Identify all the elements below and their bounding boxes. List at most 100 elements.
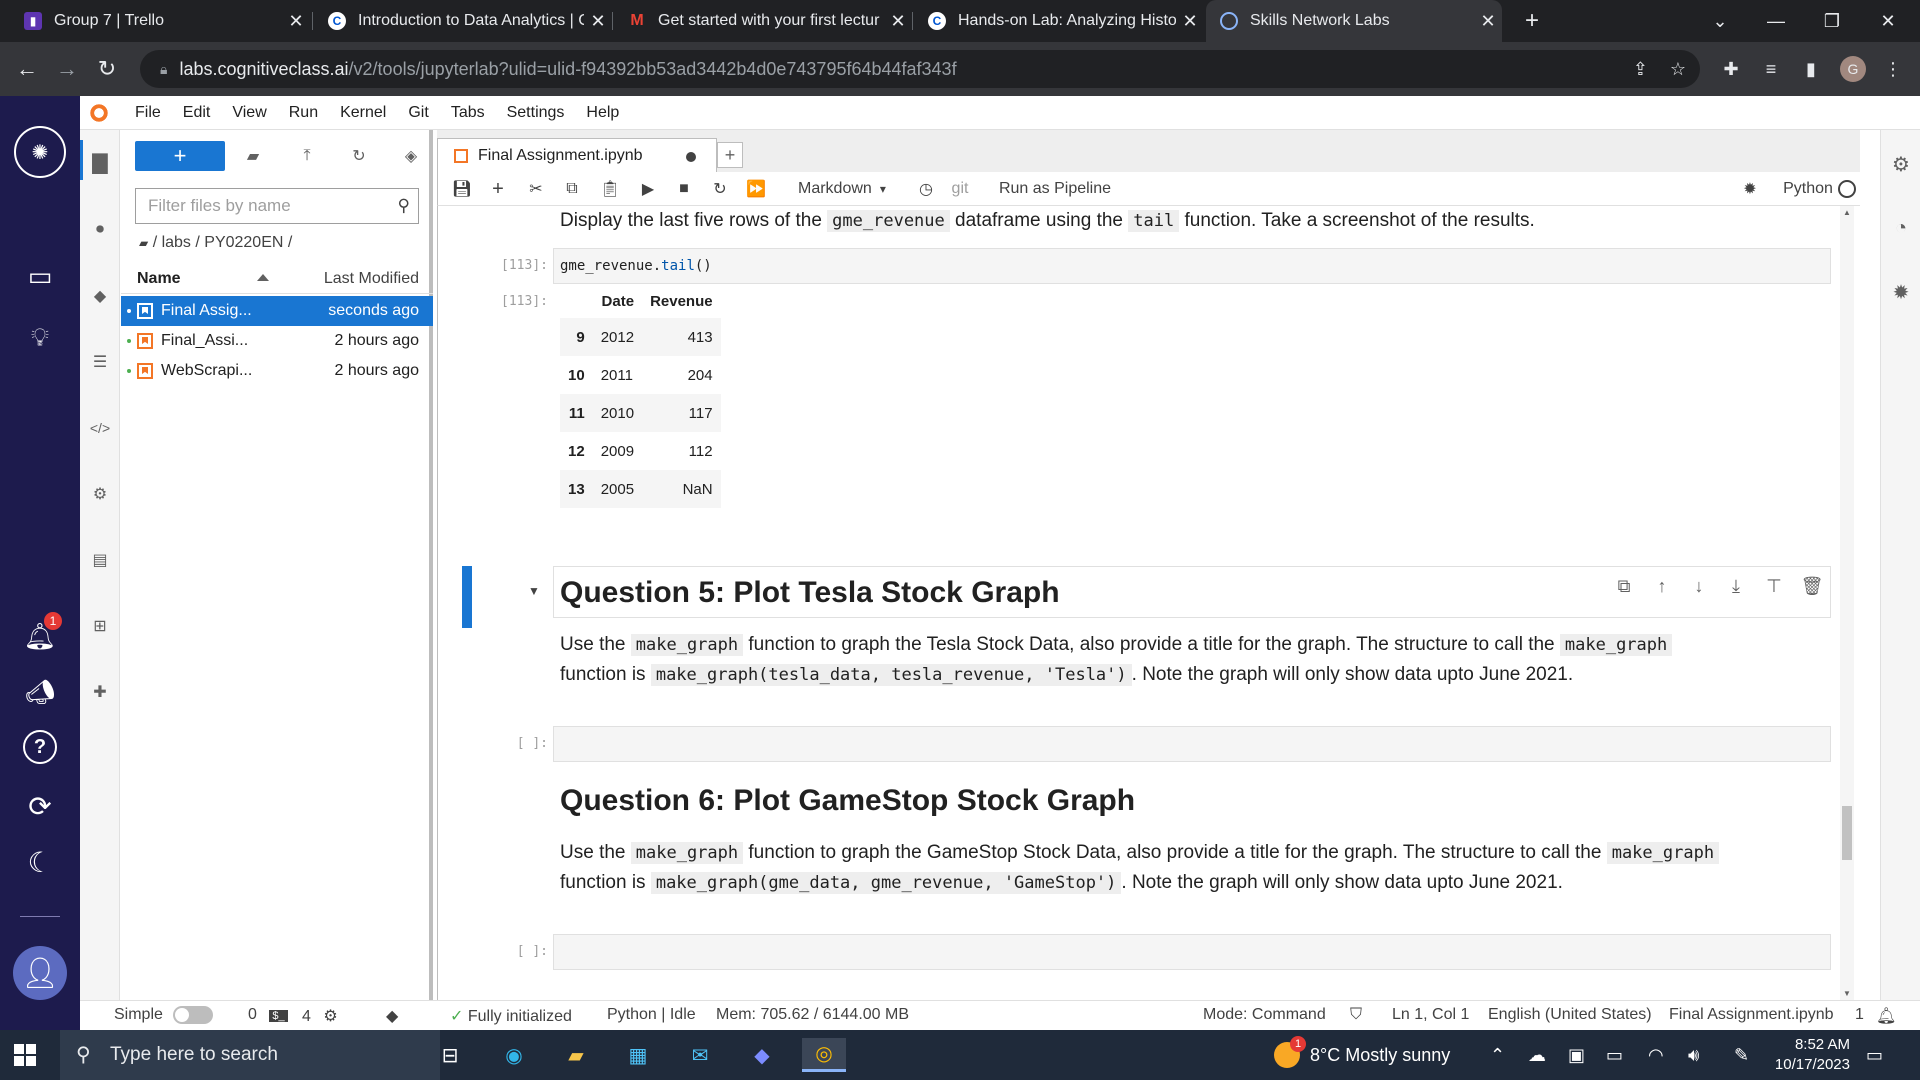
language[interactable]: English (United States) [1488,1006,1652,1024]
notifications-icon[interactable]: ▭ [1866,1030,1883,1080]
mail-icon[interactable]: ✉ [678,1038,722,1072]
bookmark-star-icon[interactable]: ☆ [1670,59,1686,80]
menu-run[interactable]: Run [278,104,329,122]
minimize-button[interactable]: — [1748,0,1804,42]
new-tab-button[interactable]: + [1504,0,1560,42]
duplicate-cell-icon[interactable]: ⧉ [1610,572,1638,600]
close-icon[interactable]: ✕ [282,11,310,32]
kernel-status[interactable]: Python | Idle [607,1006,696,1024]
column-header-last-modified[interactable]: Last Modified [324,270,419,288]
simple-mode-toggle[interactable]: Simple [114,1006,214,1024]
running-stop-icon[interactable]: ⏺ [88,218,112,242]
show-hidden-icons-chevron-icon[interactable]: ⌃ [1490,1030,1505,1080]
close-icon[interactable]: ✕ [1474,11,1502,32]
taskbar-search-input[interactable]: ⚲ Type here to search [60,1030,440,1080]
file-explorer-icon[interactable]: ▰ [554,1038,598,1072]
bing-icon[interactable]: ◆ [740,1038,784,1072]
git-icon[interactable]: ◆ [88,284,112,308]
git-clone-icon[interactable]: ◈ [399,144,423,168]
media-control-icon[interactable]: ≡ [1758,56,1784,82]
avatar[interactable]: G [1840,56,1866,82]
question-5-description[interactable]: Use the make_graph function to graph the… [560,630,1820,690]
breadcrumb[interactable]: ▰ / labs / PY0220EN / [139,234,292,252]
save-icon[interactable]: 💾︎ [450,177,474,201]
menu-kernel[interactable]: Kernel [329,104,397,122]
meet-now-icon[interactable]: ▣ [1568,1030,1585,1080]
menu-view[interactable]: View [221,104,277,122]
insert-cell-icon[interactable]: + [486,177,510,201]
collapse-chevron-icon[interactable]: ▼ [528,584,540,598]
avatar[interactable]: 👤︎ [13,946,67,1000]
forward-icon[interactable]: → [52,54,82,84]
code-cell[interactable]: gme_revenue.tail() [553,248,1831,284]
filter-files-input[interactable]: Filter files by name ⚲ [135,188,419,224]
run-icon[interactable]: ▶ [636,177,660,201]
restart-run-all-icon[interactable]: ⏩ [744,177,768,201]
copy-icon[interactable]: ⧉ [560,177,584,201]
run-as-pipeline-button[interactable]: Run as Pipeline [990,177,1120,201]
windows-start-icon[interactable] [14,1044,36,1066]
file-row[interactable]: Final Assig... seconds ago [121,296,433,326]
refresh-icon[interactable]: ↻ [347,144,371,168]
close-window-button[interactable]: ✕ [1860,0,1916,42]
column-header-name[interactable]: Name [137,270,181,288]
battery-icon[interactable]: ▭ [1606,1030,1623,1080]
volume-icon[interactable]: 🔊︎ [1688,1030,1699,1080]
microsoft-store-icon[interactable]: ▦ [616,1038,660,1072]
git-status-icon[interactable]: ◆ [386,1006,398,1026]
close-icon[interactable]: ✕ [884,11,912,32]
file-row[interactable]: WebScrapi... 2 hours ago [121,356,433,386]
wifi-icon[interactable]: ◠ [1648,1030,1664,1080]
browser-tab-hands-on-lab[interactable]: C Hands-on Lab: Analyzing Histori ✕ [914,0,1204,42]
move-down-icon[interactable]: ↓ [1685,572,1713,600]
cut-icon[interactable]: ✂ [524,177,548,201]
cell-type-select[interactable]: Markdown ▾ [798,177,898,201]
property-inspector-icon[interactable]: ⚙ [1889,152,1913,176]
bell-icon[interactable]: 🔔︎ 1 [20,612,62,656]
onedrive-icon[interactable]: ☁ [1528,1030,1546,1080]
folder-icon[interactable]: ▇ [88,150,112,174]
lightbulb-icon[interactable]: 💡︎ [20,318,60,358]
extension-manager-puzzle-icon[interactable]: ✚ [88,680,112,704]
browser-tab-intro-data-analytics[interactable]: C Introduction to Data Analytics | C ✕ [314,0,612,42]
toggle-switch[interactable] [173,1006,214,1024]
side-panel-icon[interactable]: ▮ [1798,56,1824,82]
skills-network-logo-icon[interactable]: ✺ [14,126,66,178]
extensions-puzzle-icon[interactable]: ✚ [1718,56,1744,82]
kernel-name[interactable]: Python [1778,177,1838,201]
insert-above-icon[interactable]: ⤓ [1722,572,1750,600]
scroll-down-icon[interactable]: ▼ [1843,989,1851,998]
lsp-status[interactable]: ✓ Fully initialized [450,1006,572,1026]
clock[interactable]: 8:52 AM 10/17/2023 [1768,1030,1850,1080]
code-snippets-icon[interactable]: </> [88,416,112,440]
stop-icon[interactable]: ■ [672,177,696,201]
delete-cell-icon[interactable]: 🗑︎ [1798,572,1826,600]
chrome-icon[interactable]: ◎ [802,1038,846,1072]
move-up-icon[interactable]: ↑ [1648,572,1676,600]
property-inspector-gear-icon[interactable]: ⚙ [88,482,112,506]
reload-icon[interactable]: ↻ [92,54,122,84]
question-6-description[interactable]: Use the make_graph function to graph the… [560,838,1820,898]
empty-code-cell[interactable] [553,726,1831,762]
trusted-shield-icon[interactable]: ⛉ [1350,1006,1362,1024]
menu-help[interactable]: Help [575,104,630,122]
notebook-scrollbar[interactable]: ▲ ▼ [1840,206,1854,1000]
restart-icon[interactable]: ↻ [708,177,732,201]
clock-icon[interactable]: ◷ [914,177,938,201]
weather-widget[interactable]: 1 8°C Mostly sunny [1274,1030,1450,1080]
notification-bell-icon[interactable]: 🔔︎ [1876,1006,1896,1026]
address-bar[interactable]: 🔒︎ labs.cognitiveclass.ai /v2/tools/jupy… [140,50,1700,88]
unsaved-dot-icon[interactable] [686,152,696,162]
paste-icon[interactable]: 📋︎ [598,177,622,201]
resource-gauge-icon[interactable]: ◔ [1889,216,1913,240]
megaphone-icon[interactable]: 📣︎ [20,672,60,712]
markdown-cell-intro[interactable]: Display the last five rows of the gme_re… [560,206,1535,236]
close-icon[interactable]: ✕ [1176,11,1204,32]
empty-code-cell[interactable] [553,934,1831,970]
menu-settings[interactable]: Settings [496,104,576,122]
file-row[interactable]: Final_Assi... 2 hours ago [121,326,433,356]
browser-tab-skills-network[interactable]: Skills Network Labs ✕ [1206,0,1502,42]
kernel-count[interactable]: 4 ⚙ [302,1006,338,1026]
insert-below-icon[interactable]: ⊤ [1760,572,1788,600]
pen-icon[interactable]: ✎ [1734,1030,1749,1080]
